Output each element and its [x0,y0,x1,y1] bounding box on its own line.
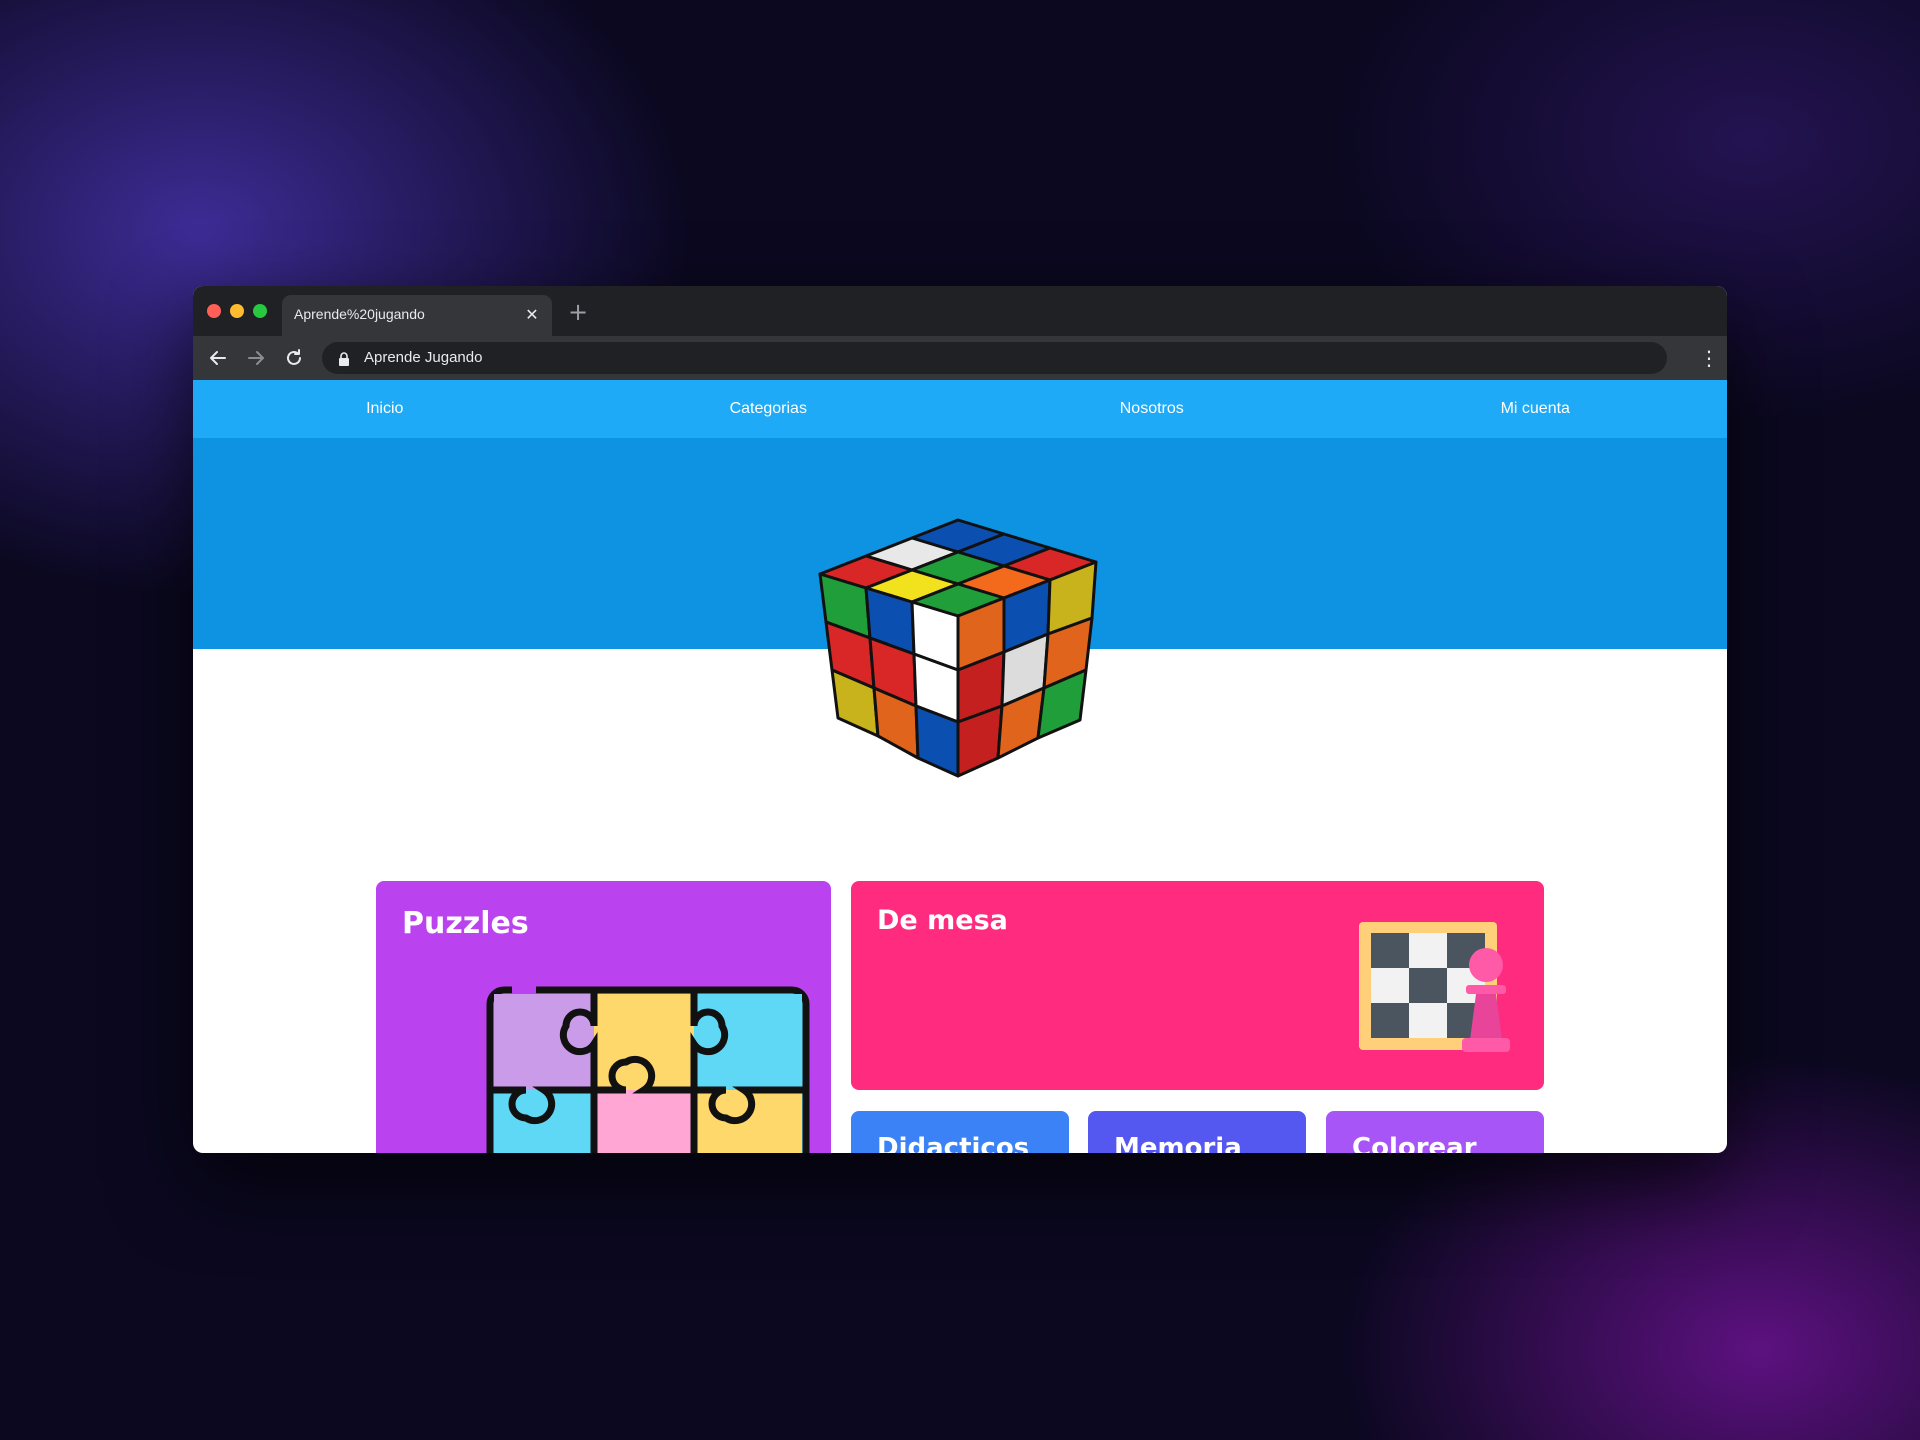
category-title: Colorear [1352,1133,1477,1153]
category-card-puzzles[interactable]: Puzzles [376,881,831,1153]
chess-board-icon [1359,922,1510,1052]
rubiks-cube-illustration [818,518,1098,778]
category-card-colorear[interactable]: Colorear [1326,1111,1544,1153]
lock-icon [337,351,351,366]
browser-tab[interactable]: Aprende%20jugando ✕ [282,295,552,336]
reload-icon[interactable] [281,345,307,371]
category-card-memoria[interactable]: Memoria [1088,1111,1306,1153]
category-title: Didacticos [877,1133,1030,1153]
window-minimize-button[interactable] [230,304,244,318]
nav-link-categorias[interactable]: Categorias [577,400,961,418]
forward-arrow-icon[interactable] [243,345,269,371]
window-maximize-button[interactable] [253,304,267,318]
nav-link-nosotros[interactable]: Nosotros [960,400,1344,418]
nav-link-mi-cuenta[interactable]: Mi cuenta [1344,400,1728,418]
site-navbar: Inicio Categorias Nosotros Mi cuenta [193,380,1727,438]
puzzle-icon [486,986,810,1153]
address-bar[interactable]: Aprende Jugando [322,342,1667,374]
category-title: Memoria [1114,1133,1242,1153]
category-title: De mesa [877,905,1008,936]
tab-title: Aprende%20jugando [294,306,425,322]
back-arrow-icon[interactable] [205,345,231,371]
category-title: Puzzles [402,906,529,941]
browser-window: Aprende%20jugando ✕ + Aprende Jugando ⋮ … [193,286,1727,1153]
nav-link-inicio[interactable]: Inicio [193,400,577,418]
browser-toolbar: Aprende Jugando ⋮ [193,336,1727,380]
tab-bar: Aprende%20jugando ✕ + [193,286,1727,336]
new-tab-button[interactable]: + [565,299,591,325]
category-card-didacticos[interactable]: Didacticos [851,1111,1069,1153]
close-icon[interactable]: ✕ [522,305,542,325]
browser-menu-icon[interactable]: ⋮ [1699,345,1719,371]
address-text: Aprende Jugando [364,349,483,366]
category-card-de-mesa[interactable]: De mesa [851,881,1544,1090]
window-close-button[interactable] [207,304,221,318]
